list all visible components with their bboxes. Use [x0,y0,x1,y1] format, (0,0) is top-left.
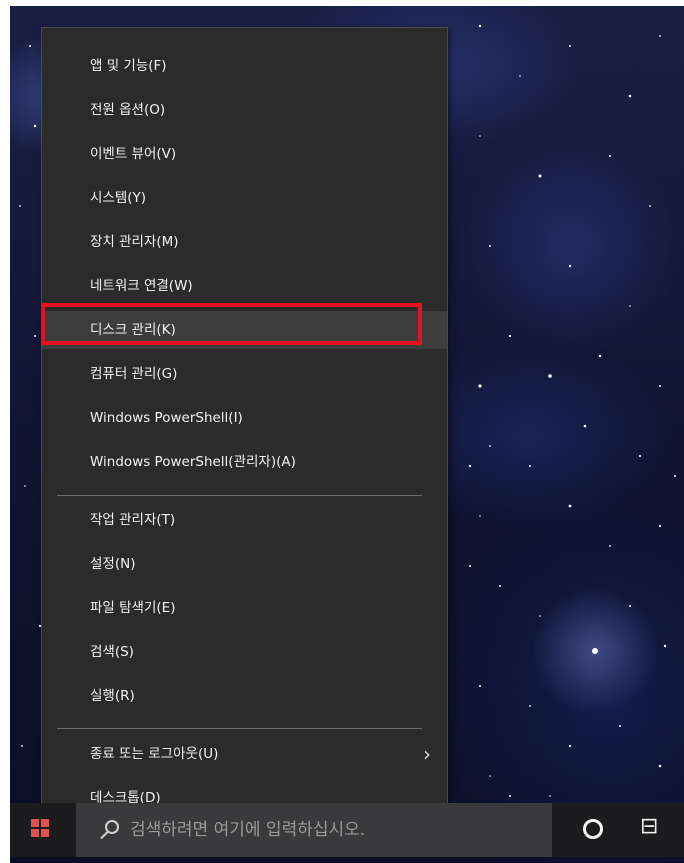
menu-item-label: 설정(N) [90,556,136,572]
menu-item-task-manager[interactable]: 작업 관리자(T) [42,501,447,539]
menu-item-file-explorer[interactable]: 파일 탐색기(E) [42,589,447,627]
task-view-icon: ⊟ [640,814,659,839]
menu-item-label: 앱 및 기능(F) [90,58,167,74]
menu-item-powershell[interactable]: Windows PowerShell(I) [42,399,447,437]
menu-item-device-manager[interactable]: 장치 관리자(M) [42,223,447,261]
task-view-button[interactable]: ⊟ [626,803,676,857]
windows-logo-icon [31,819,49,837]
menu-item-label: 이벤트 뷰어(V) [90,146,177,162]
menu-item-label: 디스크 관리(K) [90,322,176,338]
taskbar: 검색하려면 여기에 입력하십시오. ⊟ [10,803,684,857]
menu-item-label: 컴퓨터 관리(G) [90,366,178,382]
menu-item-search[interactable]: 검색(S) [42,633,447,671]
menu-item-apps-features[interactable]: 앱 및 기능(F) [42,47,447,85]
cortana-circle-icon [583,819,603,839]
menu-item-label: 전원 옵션(O) [90,102,166,118]
menu-item-shutdown-signout[interactable]: 종료 또는 로그아웃(U) › [42,735,447,773]
menu-item-settings[interactable]: 설정(N) [42,545,447,583]
menu-item-event-viewer[interactable]: 이벤트 뷰어(V) [42,135,447,173]
menu-item-power-options[interactable]: 전원 옵션(O) [42,91,447,129]
menu-item-disk-management[interactable]: 디스크 관리(K) [42,311,447,349]
search-icon [100,820,119,840]
menu-item-run[interactable]: 실행(R) [42,677,447,715]
chevron-right-icon: › [423,742,431,766]
menu-item-label: 실행(R) [90,688,135,704]
menu-item-system[interactable]: 시스템(Y) [42,179,447,217]
menu-separator [57,728,422,729]
start-button[interactable] [10,803,70,857]
menu-item-label: 시스템(Y) [90,190,147,206]
menu-item-label: Windows PowerShell(I) [90,410,243,426]
search-placeholder: 검색하려면 여기에 입력하십시오. [130,820,366,840]
menu-item-label: 종료 또는 로그아웃(U) [90,746,219,762]
menu-item-label: Windows PowerShell(관리자)(A) [90,454,296,470]
menu-item-network-connections[interactable]: 네트워크 연결(W) [42,267,447,305]
winx-context-menu: 앱 및 기능(F) 전원 옵션(O) 이벤트 뷰어(V) 시스템(Y) 장치 관… [41,27,448,829]
menu-item-label: 네트워크 연결(W) [90,278,193,294]
menu-item-computer-management[interactable]: 컴퓨터 관리(G) [42,355,447,393]
cortana-button[interactable] [570,803,618,857]
menu-item-label: 파일 탐색기(E) [90,600,176,616]
menu-item-label: 검색(S) [90,644,134,660]
menu-item-label: 작업 관리자(T) [90,512,176,528]
menu-item-powershell-admin[interactable]: Windows PowerShell(관리자)(A) [42,443,447,481]
taskbar-search-box[interactable]: 검색하려면 여기에 입력하십시오. [76,803,552,857]
menu-item-label: 장치 관리자(M) [90,234,179,250]
menu-separator [57,495,422,496]
